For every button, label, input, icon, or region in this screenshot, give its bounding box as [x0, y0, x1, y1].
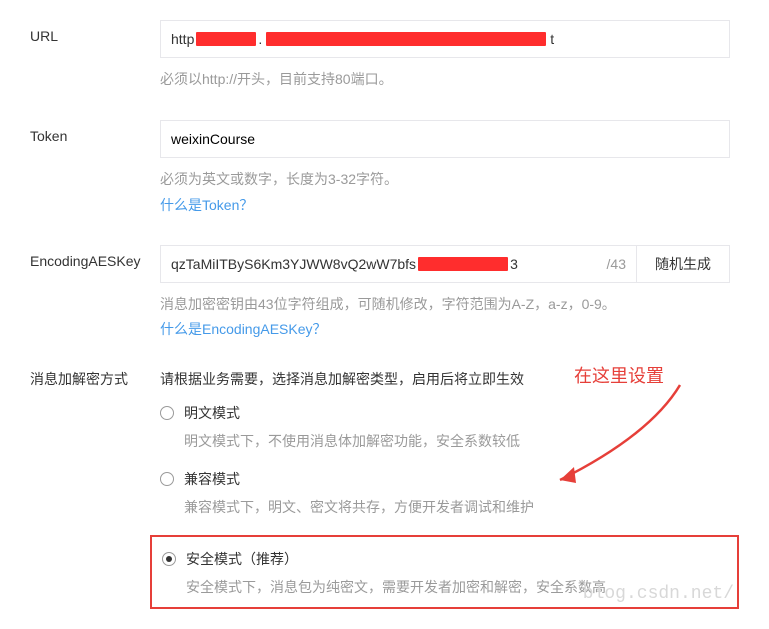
radio-label: 明文模式 [184, 403, 240, 423]
url-value-prefix: http [171, 31, 194, 47]
token-input-wrap[interactable] [160, 120, 730, 158]
radio-icon [160, 472, 174, 486]
random-generate-button[interactable]: 随机生成 [637, 245, 730, 283]
radio-icon-checked [162, 552, 176, 566]
aeskey-redacted [418, 257, 508, 271]
token-link[interactable]: 什么是Token？ [160, 195, 739, 215]
mode-label: 消息加解密方式 [30, 369, 160, 389]
radio-label: 兼容模式 [184, 469, 240, 489]
aeskey-link[interactable]: 什么是EncodingAESKey？ [160, 319, 739, 339]
url-input-wrap[interactable]: http . t [160, 20, 730, 58]
radio-desc: 安全模式下，消息包为纯密文，需要开发者加密和解密，安全系数高 [186, 577, 727, 597]
aeskey-help: 消息加密密钥由43位字符组成，可随机修改，字符范围为A-Z，a-z，0-9。 [160, 293, 739, 315]
radio-secure[interactable]: 安全模式（推荐） [162, 549, 727, 569]
radio-compat[interactable]: 兼容模式 [160, 469, 739, 489]
url-value-suffix: t [550, 31, 554, 47]
url-label: URL [30, 20, 160, 44]
url-redacted [266, 32, 546, 46]
radio-icon [160, 406, 174, 420]
aeskey-counter: /43 [607, 256, 626, 272]
aeskey-input-wrap[interactable]: qzTaMiITByS6Km3YJWW8vQ2wW7bfs 3 /43 [160, 245, 637, 283]
radio-plaintext[interactable]: 明文模式 [160, 403, 739, 423]
radio-desc: 明文模式下，不使用消息体加解密功能，安全系数较低 [184, 431, 739, 451]
aeskey-label: EncodingAESKey [30, 245, 160, 269]
token-label: Token [30, 120, 160, 144]
radio-desc: 兼容模式下，明文、密文将共存，方便开发者调试和维护 [184, 497, 739, 517]
url-help: 必须以http://开头，目前支持80端口。 [160, 68, 739, 90]
url-redacted [196, 32, 256, 46]
mode-intro: 请根据业务需要，选择消息加解密类型，启用后将立即生效 [160, 369, 739, 389]
token-input[interactable] [171, 121, 719, 157]
aeskey-value-suffix: 3 [510, 256, 518, 272]
radio-label: 安全模式（推荐） [186, 549, 298, 569]
aeskey-value-prefix: qzTaMiITByS6Km3YJWW8vQ2wW7bfs [171, 256, 416, 272]
highlight-box: 安全模式（推荐） 安全模式下，消息包为纯密文，需要开发者加密和解密，安全系数高 [150, 535, 739, 609]
token-help: 必须为英文或数字，长度为3-32字符。 [160, 168, 739, 190]
